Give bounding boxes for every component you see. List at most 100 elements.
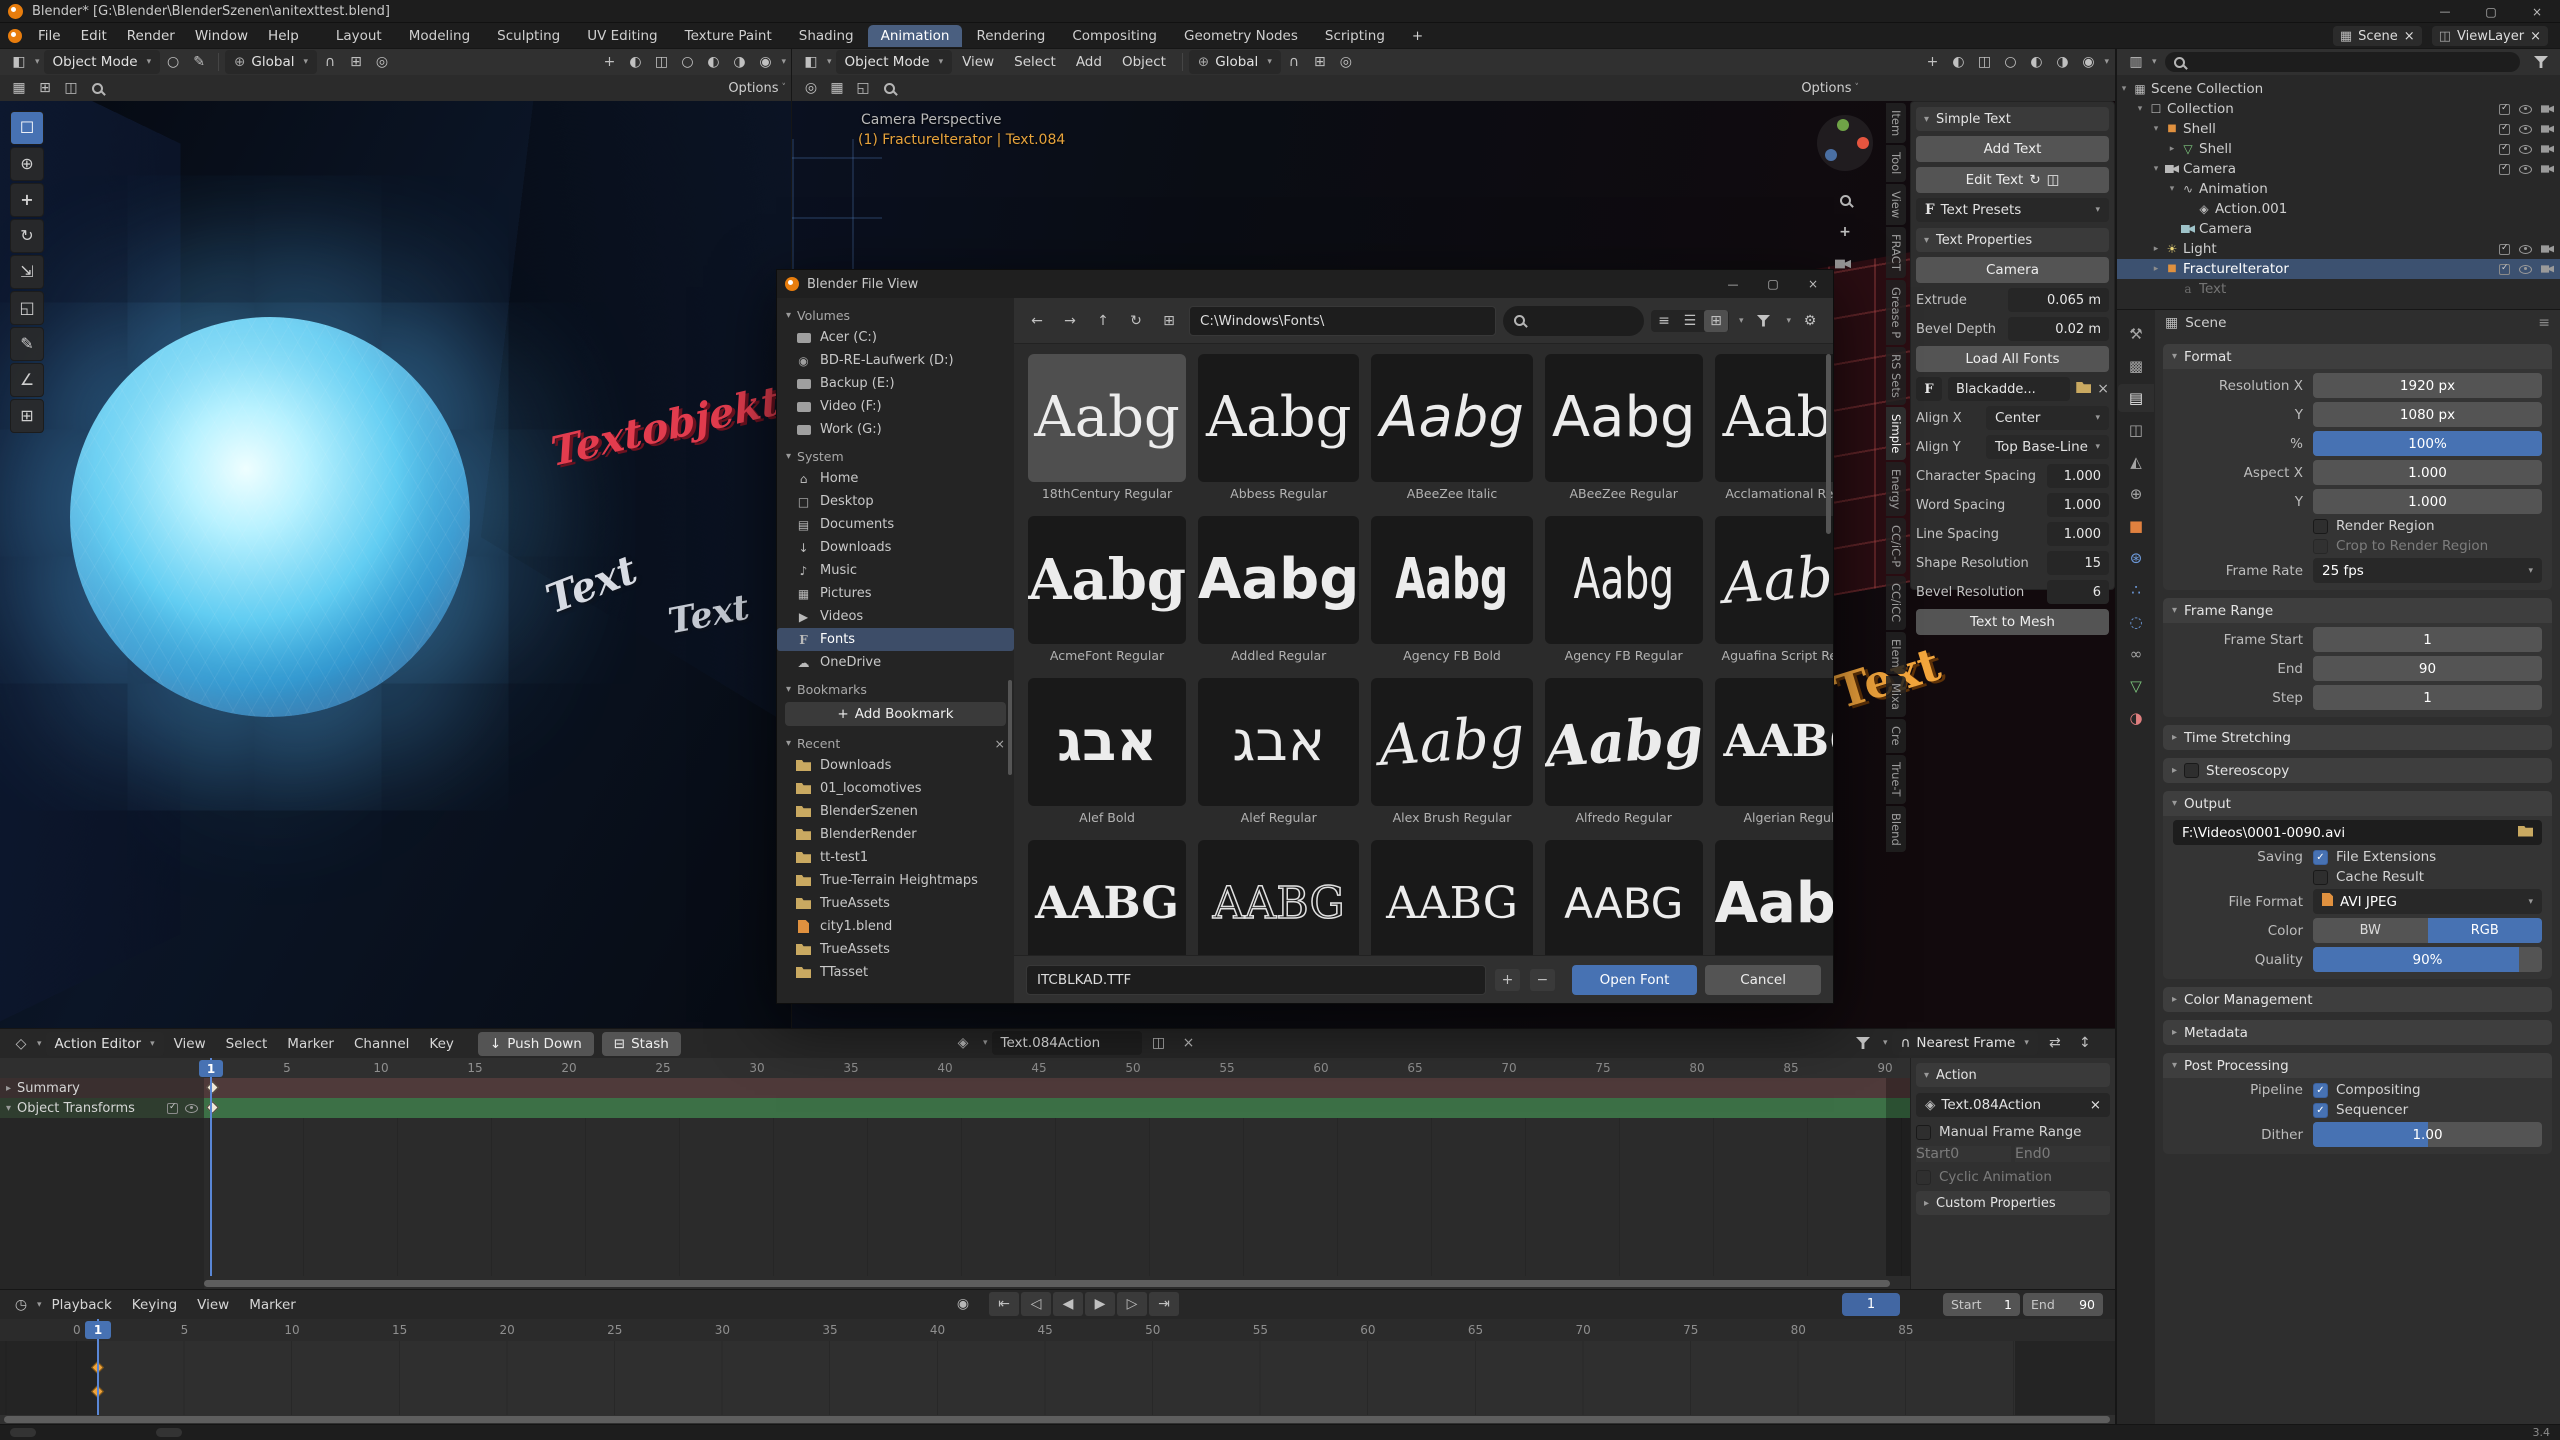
timeline-menu[interactable]: Marker [239,1292,306,1318]
add-bookmark-button[interactable]: Add Bookmark [785,702,1006,726]
gizmo-toggle-icon[interactable] [1920,51,1944,73]
system-item[interactable]: Home [777,467,1014,490]
path-input[interactable] [1189,306,1496,336]
hide-viewport-eye-icon[interactable] [2519,145,2532,154]
crop-region-checkbox[interactable] [2313,539,2328,554]
recent-item[interactable]: TrueAssets [777,892,1014,915]
recent-item[interactable]: BlenderRender [777,823,1014,846]
sidebar-tab[interactable]: Item [1886,103,1906,143]
format-panel-header[interactable]: ▾Format [2163,344,2552,369]
create-directory-icon[interactable] [1157,310,1181,332]
unlink-font-icon[interactable] [2097,381,2109,397]
disclosure-triangle[interactable] [2133,104,2147,114]
push-down-button[interactable]: Push Down [478,1032,594,1056]
system-item[interactable]: Music [777,559,1014,582]
end-frame-field[interactable]: End90 [2023,1293,2103,1316]
volumes-section-header[interactable]: ▾Volumes [777,304,1014,326]
properties-tab[interactable] [2118,384,2154,412]
transport-button[interactable] [1085,1292,1115,1316]
output-panel-header[interactable]: ▾Output [2163,791,2552,816]
system-item[interactable]: Fonts [777,628,1014,651]
font-item[interactable]: AABG [1028,840,1186,957]
decrement-filename-button[interactable] [1530,969,1555,991]
refresh-icon[interactable] [1124,310,1148,332]
disclosure-triangle[interactable] [2149,264,2163,274]
horizontal-list-view-icon[interactable] [1678,310,1702,332]
font-datablock-icon[interactable] [1916,377,1942,401]
hide-render-camera-icon[interactable] [2541,245,2554,254]
hide-viewport-eye-icon[interactable] [2519,105,2532,114]
font-item[interactable]: Aabg 18thCentury Regular [1028,354,1186,502]
snap-dropdown[interactable]: Nearest Frame▾ [1892,1031,2038,1055]
properties-tab[interactable] [2118,448,2154,476]
properties-tab[interactable] [2118,608,2154,636]
bookmarks-section-header[interactable]: ▾Bookmarks [777,678,1014,700]
load-all-fonts-button[interactable]: Load All Fonts [1916,346,2109,372]
breadcrumb-menu-icon[interactable]: ≡ [2538,315,2550,331]
properties-tab[interactable] [2118,512,2154,540]
dope-sheet-menu[interactable]: View [164,1031,216,1057]
tool-settings-icon-1[interactable] [799,77,823,99]
align-x-dropdown[interactable]: Center▾ [1986,406,2109,430]
viewport-menu[interactable]: Add [1066,49,1112,75]
workspace-tab[interactable]: Modeling [396,25,483,47]
grid-scrollbar[interactable] [1826,354,1831,534]
selectable-checkbox-icon[interactable] [2499,164,2510,175]
properties-tab[interactable] [2118,640,2154,668]
word-spacing-field[interactable]: 1.000 [2047,493,2109,517]
selectable-checkbox-icon[interactable] [2499,104,2510,115]
recent-item[interactable]: 01_locomotives [777,777,1014,800]
menubar-menu[interactable]: Render [117,23,185,49]
scene-unlink-icon[interactable] [2404,29,2415,44]
workspace-tab[interactable]: Compositing [1059,25,1170,47]
viewport-tool-button[interactable] [10,219,44,253]
text-to-mesh-button[interactable]: Text to Mesh [1916,609,2109,635]
vertical-list-view-icon[interactable] [1652,310,1676,332]
recent-item[interactable]: Downloads [777,754,1014,777]
font-item[interactable]: Aabg Agency FB Bold [1371,516,1532,664]
manual-frame-range-checkbox[interactable] [1916,1125,1931,1140]
dither-slider[interactable]: 1.00 [2313,1122,2542,1147]
text-properties-header[interactable]: ▾Text Properties [1916,228,2109,252]
mode-dropdown[interactable]: Object Mode▾ [836,50,953,74]
system-item[interactable]: Documents [777,513,1014,536]
sidebar-tab[interactable]: FRACT [1886,227,1906,278]
outliner-row-toggles[interactable] [2499,124,2554,135]
transport-button[interactable] [1149,1292,1179,1316]
recent-item[interactable]: TTasset [777,961,1014,984]
outliner-row-toggles[interactable] [2499,164,2554,175]
disclosure-triangle[interactable] [2149,244,2163,254]
outliner-row[interactable]: Camera [2117,159,2560,179]
shading-wireframe-icon[interactable] [1998,51,2022,73]
selectable-checkbox-icon[interactable] [2499,144,2510,155]
minimize-button[interactable] [2422,0,2468,23]
dialog-maximize-button[interactable] [1753,270,1793,298]
filter-icon[interactable] [1851,1032,1875,1054]
outliner-row[interactable]: Light [2117,239,2560,259]
search-icon[interactable] [877,77,901,99]
zoom-icon[interactable] [1833,189,1857,211]
clear-recent-icon[interactable] [995,736,1005,751]
sync-icon[interactable] [2073,1032,2097,1054]
xray-toggle-icon[interactable] [649,51,673,73]
workspace-tab[interactable]: Texture Paint [672,25,785,47]
workspace-tab[interactable]: Scripting [1312,25,1398,47]
outliner-row[interactable]: Text [2117,279,2560,299]
selectable-checkbox-icon[interactable] [2499,264,2510,275]
system-item[interactable]: OneDrive [777,651,1014,674]
frame-rate-dropdown[interactable]: 25 fps▾ [2313,558,2542,583]
viewport-tool-button[interactable] [10,183,44,217]
properties-tab[interactable] [2118,320,2154,348]
time-stretching-header[interactable]: ▸Time Stretching [2163,725,2552,750]
shading-material-icon[interactable] [727,51,751,73]
workspace-tab[interactable]: Sculpting [484,25,573,47]
menubar-menu[interactable]: Help [258,23,309,49]
post-processing-header[interactable]: ▾Post Processing [2163,1053,2552,1078]
edit-icon[interactable] [187,51,211,73]
char-spacing-field[interactable]: 1.000 [2047,464,2109,488]
metadata-header[interactable]: ▸Metadata [2163,1020,2552,1045]
stereoscopy-header[interactable]: ▸Stereoscopy [2163,758,2552,783]
align-y-dropdown[interactable]: Top Base-Line▾ [1986,435,2109,459]
font-item[interactable]: AABG [1371,840,1532,957]
start-frame-field[interactable]: Start1 [1943,1293,2020,1316]
